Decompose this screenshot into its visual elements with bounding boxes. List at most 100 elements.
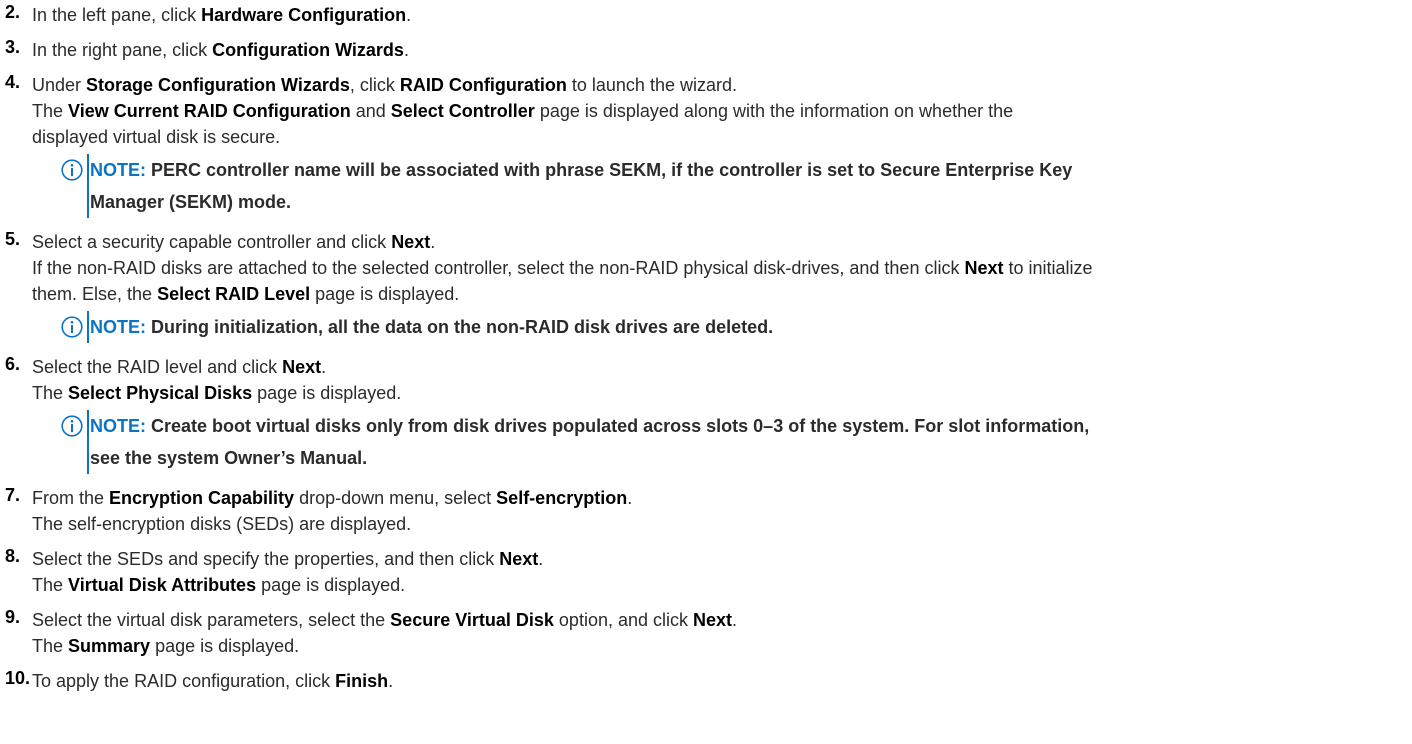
step-text-line: If the non-RAID disks are attached to th… (32, 255, 1412, 281)
procedure-step: 10. To apply the RAID configuration, clic… (0, 668, 1412, 694)
procedure-step: 8. Select the SEDs and specify the proper… (0, 546, 1412, 598)
step-text-line: displayed virtual disk is secure. (32, 124, 1412, 150)
ui-term: Select RAID Level (157, 284, 311, 304)
procedure-step: 4. Under Storage Configuration Wizards, c… (0, 72, 1412, 150)
step-number: 7. (5, 485, 21, 505)
step-text: The (32, 383, 69, 403)
ui-term: Next (282, 357, 322, 377)
step-text: page is displayed along with the informa… (534, 101, 1014, 121)
step-text: page is displayed. (150, 636, 300, 656)
note-accent-bar (87, 154, 89, 218)
ui-term: Secure Virtual Disk (390, 610, 554, 630)
note-text: see the system Owner’s Manual. (90, 448, 368, 468)
step-number: 2. (5, 2, 21, 22)
procedure-step: 6. Select the RAID level and click Next. T… (0, 354, 1412, 406)
note-text-line: NOTE: Create boot virtual disks only fro… (90, 410, 1412, 442)
ui-term: Finish (335, 671, 389, 691)
step-text: and (350, 101, 391, 121)
step-text: The (32, 575, 69, 595)
step-text: . (406, 5, 412, 25)
ui-term: Storage Configuration Wizards (86, 75, 350, 95)
note-text-line: Manager (SEKM) mode. (90, 186, 1412, 218)
note-callout: NOTE: During initialization, all the dat… (32, 311, 1412, 343)
note-text: Create boot virtual disks only from disk… (146, 416, 1090, 436)
step-text: displayed virtual disk is secure. (32, 127, 281, 147)
note-label: NOTE: (90, 416, 146, 436)
ui-term: Summary (68, 636, 151, 656)
note-text-line: NOTE: PERC controller name will be assoc… (90, 154, 1412, 186)
note-text: During initialization, all the data on t… (146, 317, 774, 337)
procedure-step: 7. From the Encryption Capability drop-do… (0, 485, 1412, 537)
step-text: drop-down menu, select (294, 488, 497, 508)
ui-term: Next (391, 232, 431, 252)
ui-term: Next (499, 549, 539, 569)
step-number: 10. (5, 668, 31, 688)
step-text-line: In the left pane, click Hardware Configu… (32, 2, 1412, 28)
info-circle-icon (61, 316, 83, 338)
step-spacer (0, 537, 1412, 546)
ui-term: Next (693, 610, 733, 630)
procedure-step: 9. Select the virtual disk parameters, se… (0, 607, 1412, 659)
step-text: to launch the wizard. (566, 75, 737, 95)
note-text-line: see the system Owner’s Manual. (90, 442, 1412, 474)
step-text-line: To apply the RAID configuration, click F… (32, 668, 1412, 694)
step-spacer (0, 659, 1412, 668)
step-text: . (627, 488, 633, 508)
step-text-line: Select the RAID level and click Next. (32, 354, 1412, 380)
step-text-line: Select the virtual disk parameters, sele… (32, 607, 1412, 633)
step-number: 6. (5, 354, 21, 374)
step-text: The self-encryption disks (SEDs) are dis… (32, 514, 412, 534)
step-number: 9. (5, 607, 21, 627)
step-text: page is displayed. (256, 575, 406, 595)
step-text: Under (32, 75, 87, 95)
ui-term: Encryption Capability (109, 488, 295, 508)
ui-term: Self-encryption (496, 488, 628, 508)
step-text: to initialize (1003, 258, 1093, 278)
procedure-step: 3. In the right pane, click Configuration… (0, 37, 1412, 63)
step-text: From the (32, 488, 110, 508)
note-text: Manager (SEKM) mode. (90, 192, 292, 212)
step-number: 8. (5, 546, 21, 566)
ui-term: Hardware Configuration (201, 5, 407, 25)
note-accent-bar (87, 410, 89, 474)
ui-term: Select Physical Disks (68, 383, 253, 403)
step-text: . (388, 671, 394, 691)
step-text: To apply the RAID configuration, click (32, 671, 336, 691)
step-text: If the non-RAID disks are attached to th… (32, 258, 965, 278)
info-circle-icon (61, 159, 83, 181)
note-callout: NOTE: Create boot virtual disks only fro… (32, 410, 1412, 474)
ui-term: Configuration Wizards (212, 40, 404, 60)
step-number: 4. (5, 72, 21, 92)
procedure-step: 5. Select a security capable controller a… (0, 229, 1412, 307)
step-text-line: Select a security capable controller and… (32, 229, 1412, 255)
step-text: The (32, 636, 69, 656)
step-text: . (430, 232, 436, 252)
step-text-line: Select the SEDs and specify the properti… (32, 546, 1412, 572)
note-label: NOTE: (90, 160, 146, 180)
step-number: 5. (5, 229, 21, 249)
step-text: In the left pane, click (32, 5, 202, 25)
step-text: . (403, 40, 409, 60)
step-number: 3. (5, 37, 21, 57)
info-circle-icon (61, 415, 83, 437)
step-text: Select the virtual disk parameters, sele… (32, 610, 391, 630)
ui-term: RAID Configuration (399, 75, 567, 95)
note-text-line: NOTE: During initialization, all the dat… (90, 311, 1412, 343)
step-text-line: them. Else, the Select RAID Level page i… (32, 281, 1412, 307)
step-text: . (321, 357, 327, 377)
step-text-line: The self-encryption disks (SEDs) are dis… (32, 511, 1412, 537)
step-text-line: The View Current RAID Configuration and … (32, 98, 1412, 124)
step-text-line: Under Storage Configuration Wizards, cli… (32, 72, 1412, 98)
step-spacer (0, 28, 1412, 37)
step-spacer (0, 598, 1412, 607)
step-text-line: In the right pane, click Configuration W… (32, 37, 1412, 63)
step-text-line: From the Encryption Capability drop-down… (32, 485, 1412, 511)
step-text: . (538, 549, 544, 569)
step-text: them. Else, the (32, 284, 158, 304)
step-spacer (0, 345, 1412, 354)
step-text: The (32, 101, 69, 121)
note-label: NOTE: (90, 317, 146, 337)
ui-term: Virtual Disk Attributes (68, 575, 257, 595)
step-text: page is displayed. (252, 383, 402, 403)
step-text: Select the SEDs and specify the properti… (32, 549, 500, 569)
